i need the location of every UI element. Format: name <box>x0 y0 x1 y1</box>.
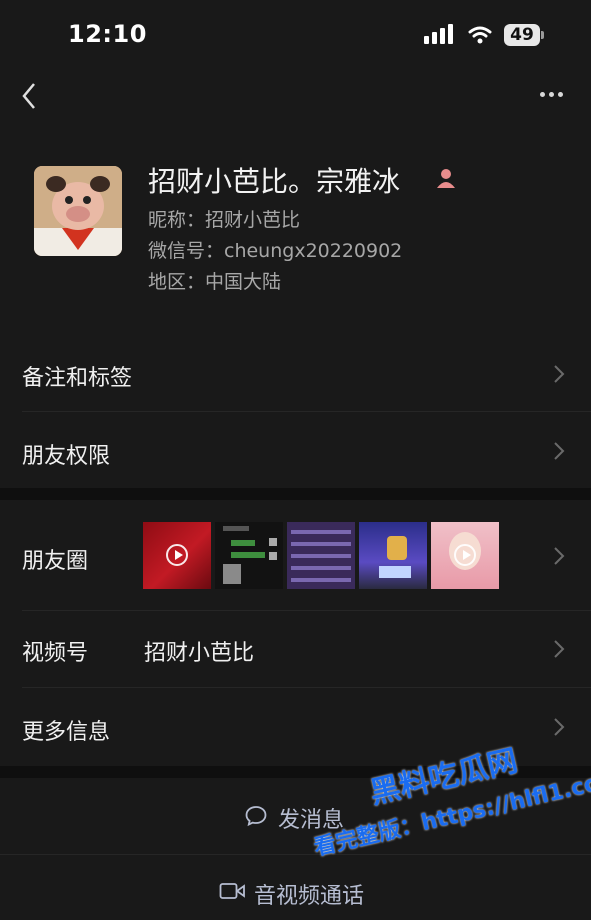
row-friend-permissions[interactable]: 朋友权限 <box>0 412 591 488</box>
video-call-button[interactable]: 音视频通话 <box>0 855 591 920</box>
profile-region: 地区：中国大陆 <box>148 271 282 293</box>
chevron-left-icon[interactable] <box>18 80 42 112</box>
ellipsis-icon[interactable] <box>534 90 568 102</box>
moments-thumbnail[interactable] <box>359 522 427 589</box>
avatar[interactable] <box>34 166 122 256</box>
video-call-label: 音视频通话 <box>254 884 365 909</box>
row-remark-tags-label: 备注和标签 <box>22 366 133 391</box>
cellular-signal-icon <box>424 24 454 46</box>
chat-bubble-icon <box>245 806 267 827</box>
play-icon <box>454 544 476 566</box>
female-icon <box>437 169 455 188</box>
chevron-right-icon <box>554 365 565 383</box>
moments-thumbnail[interactable] <box>431 522 499 589</box>
chevron-right-icon <box>554 547 565 565</box>
row-channels-label: 视频号 <box>22 641 89 666</box>
play-icon <box>166 544 188 566</box>
battery-tip <box>541 31 544 39</box>
video-camera-icon <box>219 883 245 899</box>
wifi-icon <box>468 26 492 44</box>
profile-wechat-id: 微信号：cheungx20220902 <box>148 240 403 262</box>
row-channels-value: 招财小芭比 <box>144 641 255 666</box>
chevron-right-icon <box>554 640 565 658</box>
moments-thumbnail[interactable] <box>215 522 283 589</box>
battery-indicator: 49 <box>504 24 540 46</box>
row-moments-label: 朋友圈 <box>22 549 89 574</box>
profile-display-name: 招财小芭比。宗雅冰 <box>148 165 401 198</box>
moments-thumbnail[interactable] <box>287 522 355 589</box>
profile-nickname: 昵称：招财小芭比 <box>148 209 301 231</box>
chevron-right-icon <box>554 442 565 460</box>
section-gap <box>0 488 591 500</box>
chevron-right-icon <box>554 718 565 736</box>
status-time: 12:10 <box>68 20 147 48</box>
row-channels[interactable]: 视频号 招财小芭比 <box>0 611 591 687</box>
row-friend-permissions-label: 朋友权限 <box>22 444 111 469</box>
row-more-info-label: 更多信息 <box>22 720 111 745</box>
row-remark-tags[interactable]: 备注和标签 <box>0 336 591 412</box>
moments-thumbnail[interactable] <box>143 522 211 589</box>
